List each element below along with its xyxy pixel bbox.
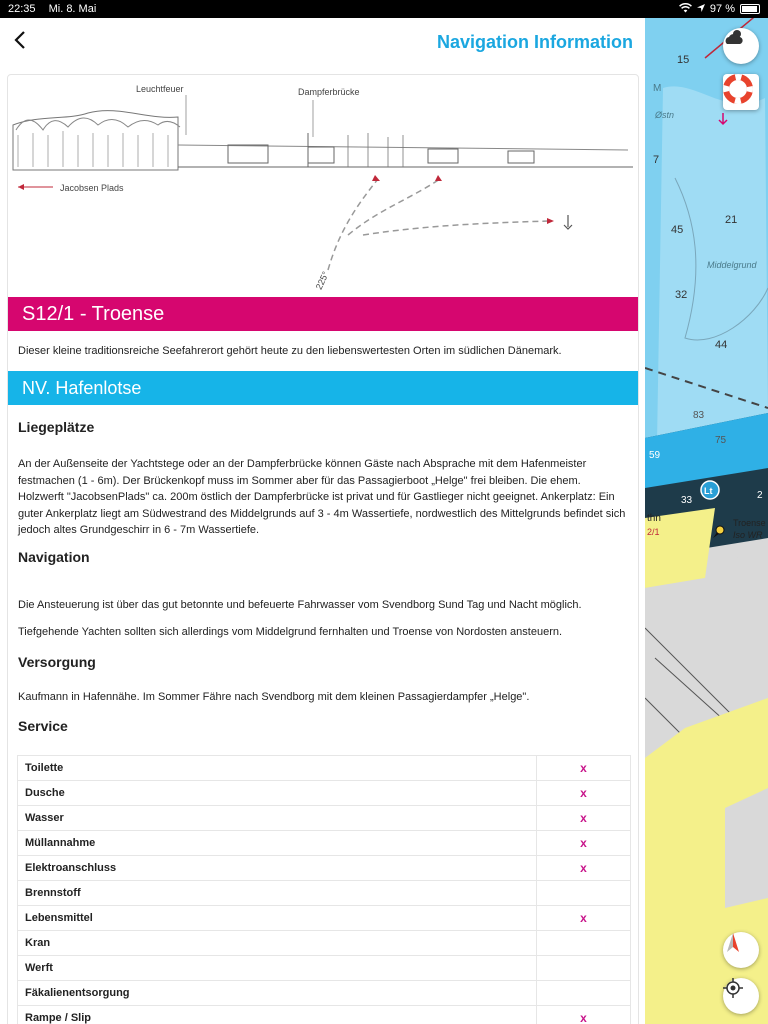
section-text-supply: Kaufmann in Hafennähe. Im Sommer Fähre n… [18,691,530,703]
depth-label: 83 [693,410,705,421]
table-row: Lebensmittel x [17,905,631,931]
depth-label: 7 [653,154,659,166]
service-name: Toilette [17,755,537,781]
sketch-label: Jacobsen Plads [60,183,124,193]
map-label: Iso WR [733,530,763,540]
depth-label: 2 [757,490,763,501]
status-right: 97 % [678,2,760,16]
nautical-chart: 15 7 45 21 32 44 83 75 59 33 2 M Østn Mi… [645,18,768,1024]
service-table: Toilette x Dusche x Wasser x Müllannahme x Elekt… [17,755,631,1024]
battery-percent: 97 % [709,3,735,15]
locate-button[interactable] [723,978,759,1014]
map-label: Østn [654,110,674,120]
status-time: 22:35 [8,3,36,15]
service-available-mark [536,930,631,956]
service-name: Rampe / Slip [17,1005,537,1024]
depth-label: 59 [649,450,661,461]
map-label: Middelgrund [707,260,758,270]
compass-button[interactable] [723,932,759,968]
depth-label: 15 [677,54,689,66]
page-title: Navigation Information [436,31,633,52]
section-title-supply: Versorgung [18,654,96,670]
table-row: Müllannahme x [17,830,631,856]
depth-label: 32 [675,289,687,301]
depth-label: 33 [681,495,693,506]
section-text-berths: An der Außenseite der Yachtstege oder an… [18,458,626,536]
service-name: Brennstoff [17,880,537,906]
table-row: Toilette x [17,755,631,781]
map-label: M [653,83,661,94]
section-title-service: Service [18,718,68,734]
service-name: Lebensmittel [17,905,537,931]
service-available-mark [536,880,631,906]
chevron-left-icon [14,30,26,55]
table-row: Brennstoff [17,880,631,906]
service-available-mark: x [536,905,631,931]
service-available-mark: x [536,855,631,881]
section-title-navigation: Navigation [18,549,90,565]
service-name: Fäkalienentsorgung [17,980,537,1006]
sketch-label: Leuchtfeuer [136,84,184,94]
depth-label: 75 [715,435,727,446]
harbor-pilot-title: NV. Hafenlotse [22,377,142,398]
sos-button[interactable] [723,74,759,110]
depth-label: 44 [715,339,727,351]
table-row: Rampe / Slip x [17,1005,631,1024]
back-button[interactable] [14,30,36,55]
map-label: thn [647,513,661,524]
status-left: 22:35 Mi. 8. Mai [8,3,106,15]
service-available-mark: x [536,830,631,856]
info-panel: Navigation Information Leuchtfeuer Dampf… [0,18,645,1024]
service-name: Werft [17,955,537,981]
harbor-approach-drawing: Leuchtfeuer Dampferbrücke Jacobsen Plads… [12,84,633,291]
harbor-title: S12/1 - Troense [22,302,165,325]
section-text-navigation-1: Die Ansteuerung ist über das gut betonnt… [18,599,582,611]
weather-button[interactable] [723,28,759,64]
table-row: Elektroanschluss x [17,855,631,881]
depth-label: 21 [725,214,737,226]
service-name: Kran [17,930,537,956]
service-available-mark: x [536,1005,631,1024]
section-title-berths: Liegeplätze [18,419,95,435]
harbor-title-band: S12/1 - Troense [8,297,638,331]
nav-bar: Navigation Information [0,18,645,66]
harbor-pilot-band: NV. Hafenlotse [8,371,638,405]
depth-label: 45 [671,224,683,236]
sketch-label: Dampferbrücke [298,87,360,97]
service-name: Dusche [17,780,537,806]
harbor-sketch: Leuchtfeuer Dampferbrücke Jacobsen Plads… [8,75,638,297]
status-date: Mi. 8. Mai [48,3,97,15]
status-bar: 22:35 Mi. 8. Mai 97 % [0,0,768,18]
service-available-mark: x [536,755,631,781]
table-row: Dusche x [17,780,631,806]
wifi-icon [678,2,692,16]
chart-map[interactable]: 15 7 45 21 32 44 83 75 59 33 2 M Østn Mi… [645,18,768,1024]
service-name: Wasser [17,805,537,831]
service-name: Elektroanschluss [17,855,537,881]
table-row: Werft [17,955,631,981]
battery-icon [740,4,760,14]
location-arrow-icon [696,3,705,15]
map-label: 2/1 [647,527,660,537]
intro-text: Dieser kleine traditionsreiche Seefahrer… [18,345,562,357]
service-available-mark [536,980,631,1006]
service-available-mark [536,955,631,981]
map-label: Lt [704,486,713,496]
service-name: Müllannahme [17,830,537,856]
table-row: Fäkalienentsorgung [17,980,631,1006]
service-available-mark: x [536,805,631,831]
table-row: Wasser x [17,805,631,831]
map-label: Troense [733,518,766,528]
harbor-card: Leuchtfeuer Dampferbrücke Jacobsen Plads… [7,74,639,1024]
section-text-navigation-2: Tiefgehende Yachten sollten sich allerdi… [18,626,563,638]
service-available-mark: x [536,780,631,806]
table-row: Kran [17,930,631,956]
sketch-label: 225° [314,270,331,291]
